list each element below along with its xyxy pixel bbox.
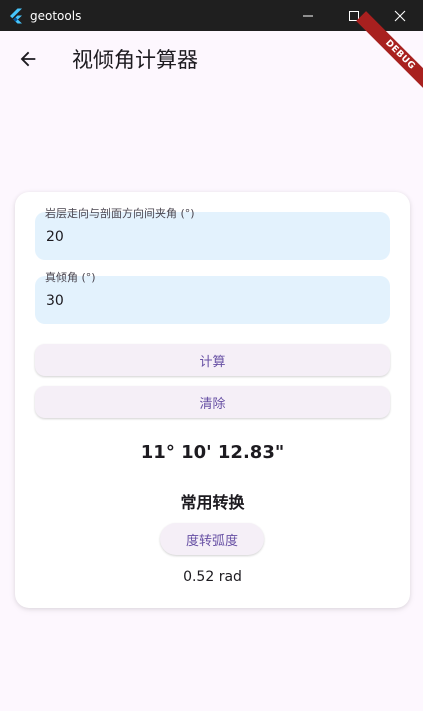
degree-to-radian-button[interactable]: 度转弧度 xyxy=(160,523,264,555)
minimize-icon xyxy=(303,15,313,16)
window-controls xyxy=(285,0,423,31)
window-title: geotools xyxy=(30,8,82,23)
close-button[interactable] xyxy=(377,0,423,31)
calculate-button[interactable]: 计算 xyxy=(35,344,390,376)
apparent-dip-result: 11° 10' 12.83" xyxy=(140,442,285,463)
window-titlebar: geotools xyxy=(0,0,423,31)
app-window: geotools 视倾角计算器 DEBUG 岩层走向与剖面方向间夹角 (°) 2 xyxy=(0,0,423,711)
true-dip-label: 真倾角 (°) xyxy=(45,271,96,284)
arrow-back-icon xyxy=(20,51,36,67)
calculator-card: 岩层走向与剖面方向间夹角 (°) 20 真倾角 (°) 30 计算 清除 11°… xyxy=(15,192,410,608)
flutter-logo-icon xyxy=(8,8,24,24)
strike-angle-field[interactable]: 岩层走向与剖面方向间夹角 (°) 20 xyxy=(35,207,390,260)
page-title: 视倾角计算器 xyxy=(72,48,198,72)
strike-angle-label: 岩层走向与剖面方向间夹角 (°) xyxy=(45,207,195,220)
radian-output: 0.52 rad xyxy=(183,569,242,585)
true-dip-field[interactable]: 真倾角 (°) 30 xyxy=(35,271,390,324)
back-button[interactable] xyxy=(4,35,52,83)
conversion-section-title: 常用转换 xyxy=(180,493,245,512)
clear-button[interactable]: 清除 xyxy=(35,386,390,418)
app-bar: 视倾角计算器 xyxy=(0,31,423,87)
true-dip-input[interactable]: 30 xyxy=(46,293,64,309)
minimize-button[interactable] xyxy=(285,0,331,31)
strike-angle-input[interactable]: 20 xyxy=(46,229,64,245)
close-icon xyxy=(394,10,406,21)
